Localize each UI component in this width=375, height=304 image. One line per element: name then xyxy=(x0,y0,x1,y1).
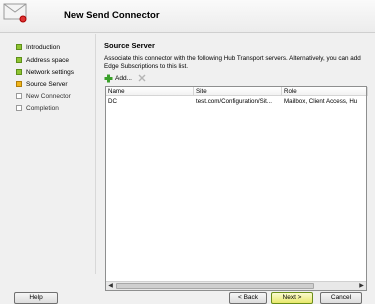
step-status-done xyxy=(16,69,22,75)
column-header-name[interactable]: Name xyxy=(106,87,194,96)
remove-button[interactable] xyxy=(138,74,146,82)
step-label: Network settings xyxy=(26,68,75,76)
x-icon xyxy=(138,74,146,82)
step-introduction[interactable]: Introduction xyxy=(16,42,60,52)
wizard-footer: Help < Back Next > Cancel xyxy=(0,276,375,304)
column-header-site[interactable]: Site xyxy=(194,87,282,96)
section-title: Source Server xyxy=(104,41,155,50)
step-status-done xyxy=(16,44,22,50)
table-row[interactable]: DC test.com/Configuration/Sit... Mailbox… xyxy=(106,97,366,106)
step-label: New Connector xyxy=(26,92,71,100)
cancel-button[interactable]: Cancel xyxy=(320,292,362,304)
step-label: Source Server xyxy=(26,80,68,88)
step-new-connector[interactable]: New Connector xyxy=(16,91,71,101)
column-header-role[interactable]: Role xyxy=(282,87,368,96)
step-source-server[interactable]: Source Server xyxy=(16,79,68,89)
cell-name: DC xyxy=(108,98,117,105)
cell-site: test.com/Configuration/Sit... xyxy=(196,98,273,105)
grid-header: Name Site Role xyxy=(106,87,368,96)
step-label: Address space xyxy=(26,56,69,64)
wizard-header: New Send Connector xyxy=(0,0,375,33)
step-label: Completion xyxy=(26,104,59,112)
help-button[interactable]: Help xyxy=(14,292,58,304)
main-panel: Source Server Associate this connector w… xyxy=(95,34,375,291)
envelope-icon xyxy=(3,3,27,23)
step-status-pending xyxy=(16,93,22,99)
wizard-steps: Introduction Address space Network setti… xyxy=(0,34,94,274)
step-network-settings[interactable]: Network settings xyxy=(16,67,74,77)
wizard-title: New Send Connector xyxy=(64,10,160,21)
step-status-current xyxy=(16,81,22,87)
add-label: Add... xyxy=(115,74,132,82)
step-status-pending xyxy=(16,105,22,111)
step-address-space[interactable]: Address space xyxy=(16,55,69,65)
step-completion[interactable]: Completion xyxy=(16,103,59,113)
section-description: Associate this connector with the follow… xyxy=(104,55,361,70)
server-list[interactable]: Name Site Role DC test.com/Configuration… xyxy=(105,86,368,291)
toolbar: Add... xyxy=(104,73,146,83)
back-button[interactable]: < Back xyxy=(229,292,267,304)
cell-role: Mailbox, Client Access, Hu xyxy=(284,98,358,105)
step-status-done xyxy=(16,57,22,63)
next-button[interactable]: Next > xyxy=(271,292,313,304)
add-button[interactable]: Add... xyxy=(104,74,132,83)
step-label: Introduction xyxy=(26,43,60,51)
plus-icon xyxy=(104,74,113,82)
